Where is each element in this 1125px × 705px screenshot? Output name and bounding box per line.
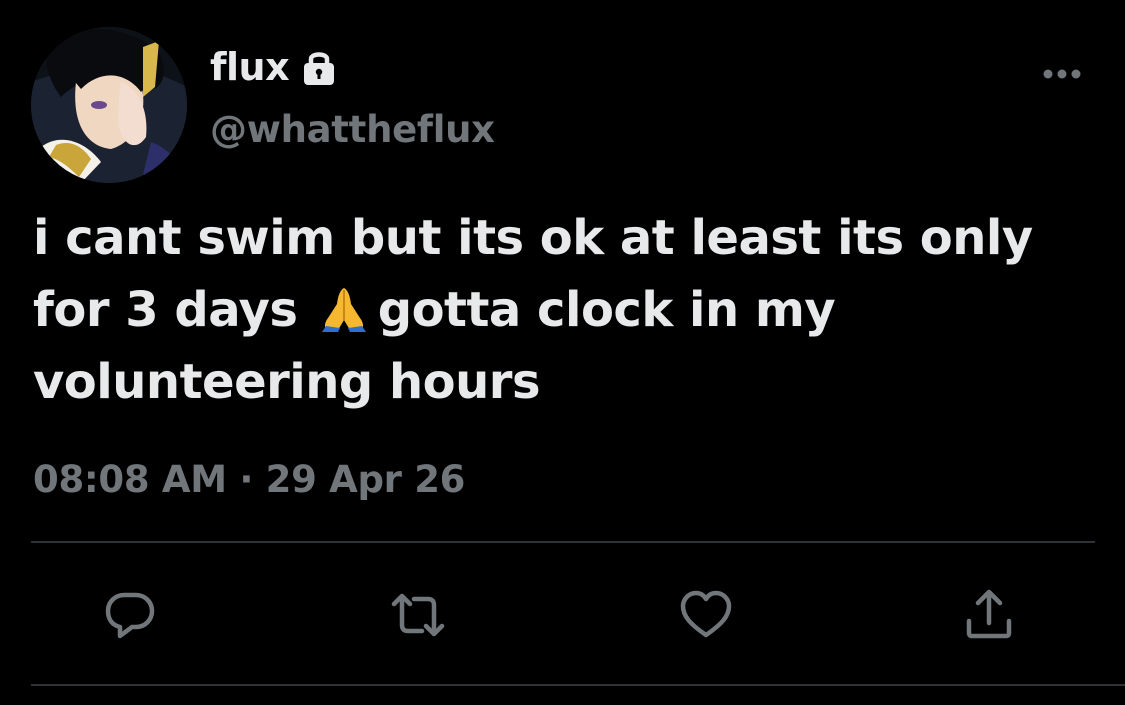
user-handle[interactable]: @whattheflux <box>210 108 495 151</box>
folded-hands-icon <box>318 282 370 332</box>
avatar[interactable] <box>31 27 187 183</box>
tweet-date: 29 Apr 26 <box>265 458 466 501</box>
like-button[interactable] <box>676 585 736 645</box>
retweet-button[interactable] <box>388 585 448 645</box>
bottom-divider <box>31 684 1125 686</box>
lock-icon <box>299 47 339 87</box>
more-icon[interactable] <box>1042 66 1082 82</box>
tweet-text: i cant swim but its ok at least its only… <box>33 202 1103 418</box>
tweet-timestamp[interactable]: 08:08 AM · 29 Apr 26 <box>33 458 465 501</box>
tweet-card: flux @whattheflux i cant swim but its ok… <box>0 0 1125 705</box>
retweet-icon <box>391 593 445 637</box>
reply-button[interactable] <box>100 585 160 645</box>
divider <box>31 541 1095 543</box>
tweet-time: 08:08 AM <box>33 458 227 501</box>
heart-icon <box>680 590 732 638</box>
reply-icon <box>105 592 155 639</box>
share-icon <box>966 589 1012 639</box>
display-name-row: flux <box>210 42 339 92</box>
meta-separator: · <box>239 458 254 501</box>
share-button[interactable] <box>959 585 1019 645</box>
display-name[interactable]: flux <box>210 45 290 89</box>
